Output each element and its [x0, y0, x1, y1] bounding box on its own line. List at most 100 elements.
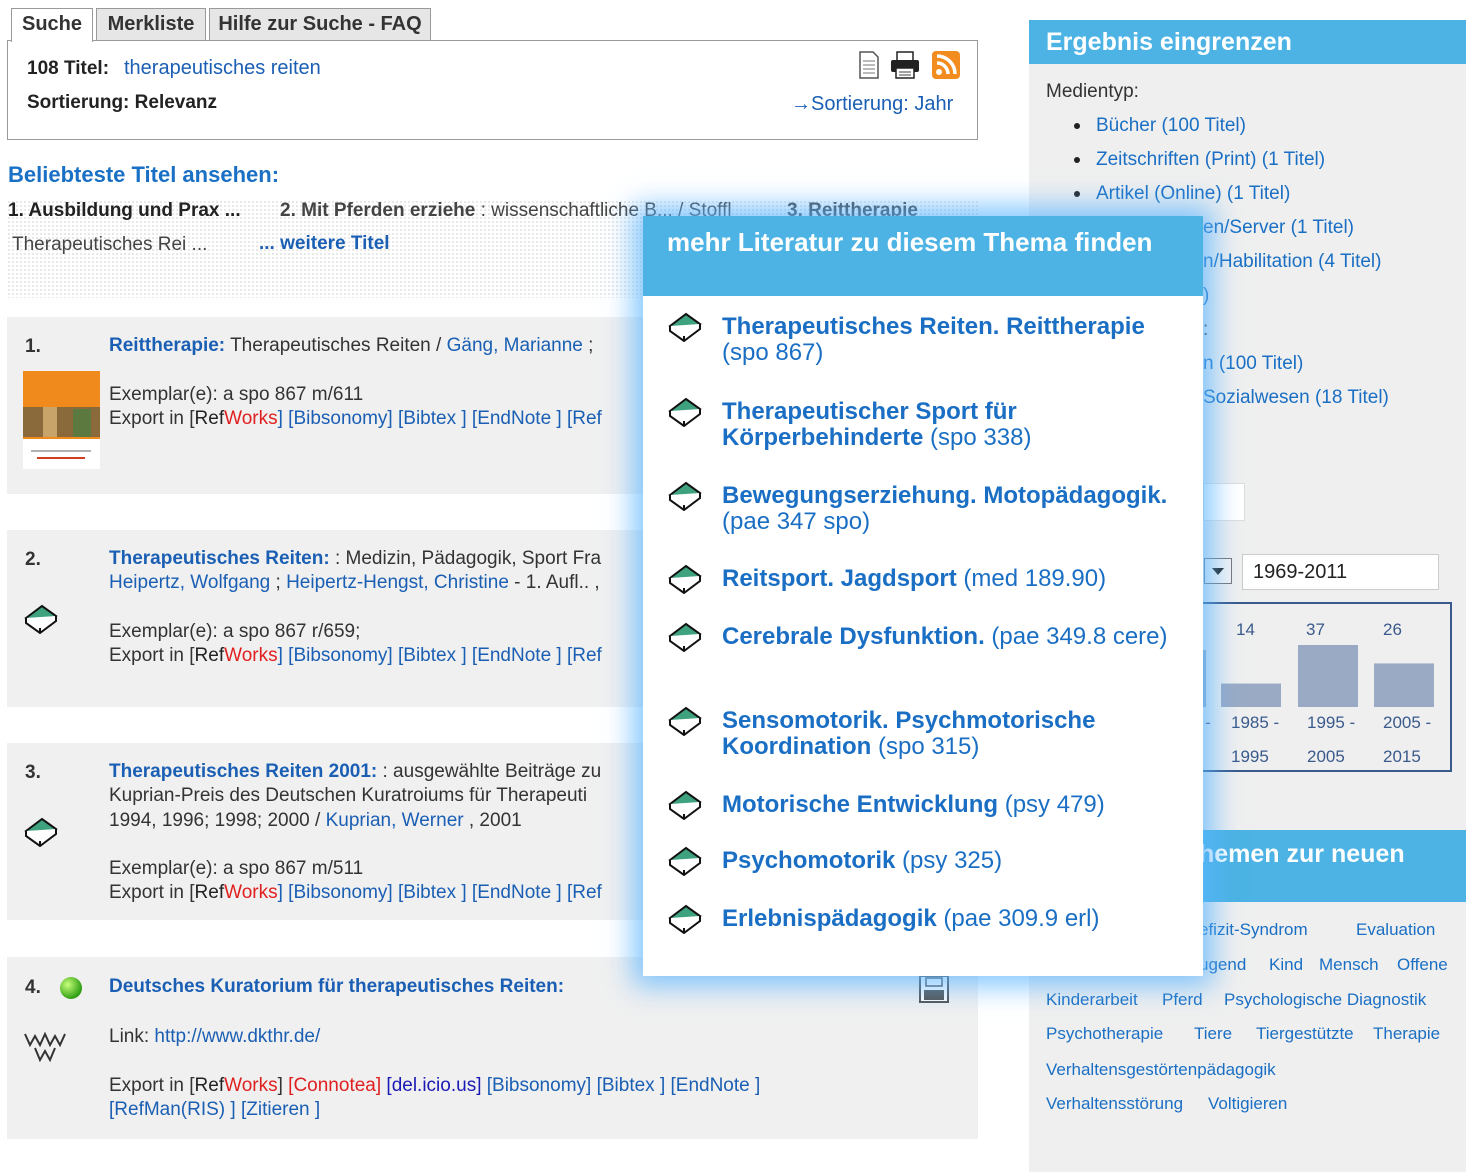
- year-range-input[interactable]: 1969-2011: [1242, 554, 1439, 590]
- tag-link[interactable]: Tiergestützte: [1256, 1024, 1354, 1044]
- facet-language[interactable]: n (100 Titel): [1203, 353, 1303, 375]
- facet-artikel[interactable]: Artikel (Online) (1 Titel): [1074, 183, 1290, 205]
- export-format-links[interactable]: ] [Bibsonomy] [Bibtex ] [EndNote ] [Ref: [278, 645, 602, 666]
- popup-literature-link[interactable]: Motorische Entwicklung (psy 479): [722, 792, 1182, 818]
- popup-literature-link[interactable]: Sensomotorik. Psychmotorische Koordinati…: [722, 708, 1182, 760]
- tag-link[interactable]: Offene: [1397, 955, 1448, 975]
- exemplar-info: Exemplar(e): a spo 867 m/511: [109, 858, 364, 879]
- author-link[interactable]: Heipertz, Wolfgang: [109, 572, 270, 593]
- result-title-link[interactable]: Deutsches Kuratorium für therapeutisches…: [109, 976, 564, 997]
- document-icon[interactable]: [858, 51, 880, 79]
- book-icon: [668, 790, 702, 820]
- sort-by-year-link[interactable]: →Sortierung: Jahr: [791, 93, 953, 116]
- popup-literature-link[interactable]: Reitsport. Jagdsport (med 189.90): [722, 566, 1182, 592]
- popup-literature-link[interactable]: Bewegungserziehung. Motopädagogik. (pae …: [722, 483, 1182, 535]
- histogram-bar[interactable]: [1221, 683, 1281, 707]
- tag-link[interactable]: Verhaltensstörung: [1046, 1094, 1183, 1114]
- refine-heading: Ergebnis eingrenzen: [1029, 20, 1466, 64]
- connotea-link[interactable]: [Connotea]: [288, 1075, 381, 1096]
- export-links: Export in [RefWorks] [Bibsonomy] [Bibtex…: [109, 645, 602, 666]
- popup-literature-link[interactable]: Therapeutischer Sport für Körperbehinder…: [722, 399, 1182, 451]
- export-format-links[interactable]: ] [Bibsonomy] [Bibtex ] [EndNote ] [Ref: [278, 408, 602, 429]
- rss-icon[interactable]: [932, 51, 960, 79]
- printer-icon[interactable]: [890, 51, 920, 79]
- result-title-line: Therapeutisches Reiten 2001: : ausgewähl…: [109, 761, 602, 782]
- book-cover-thumbnail[interactable]: [23, 371, 100, 469]
- popup-literature-link[interactable]: Cerebrale Dysfunktion. (pae 349.8 cere): [722, 624, 1182, 650]
- facet-zeitschriften[interactable]: Zeitschriften (Print) (1 Titel): [1074, 149, 1325, 171]
- histogram-count: 37: [1306, 620, 1325, 639]
- popup-item-title: Motorische Entwicklung: [722, 791, 999, 818]
- result-title-link[interactable]: Therapeutisches Reiten:: [109, 548, 330, 569]
- refworks-link[interactable]: RefWorks: [195, 408, 278, 429]
- author-link[interactable]: Gäng, Marianne: [447, 335, 583, 356]
- sort-current: Sortierung: Relevanz: [27, 92, 218, 113]
- book-icon: [24, 817, 58, 847]
- more-literature-popup: mehr Literatur zu diesem Thema finden Th…: [643, 216, 1203, 976]
- tab-faq[interactable]: Hilfe zur Suche - FAQ: [209, 8, 431, 40]
- exemplar-info: Exemplar(e): a spo 867 r/659;: [109, 621, 361, 642]
- facet-label-partial: :: [1203, 319, 1209, 340]
- popup-literature-link[interactable]: Psychomotorik (psy 325): [722, 848, 1182, 874]
- popular-item-1[interactable]: 1. Ausbildung und Prax ...: [8, 200, 241, 222]
- facet-partial[interactable]: ): [1203, 285, 1209, 307]
- facet-server[interactable]: en/Server (1 Titel): [1203, 217, 1354, 239]
- tag-link[interactable]: Tiere: [1194, 1024, 1232, 1044]
- popup-item-title: Psychomotorik: [722, 847, 896, 874]
- histogram-count: 14: [1236, 620, 1255, 639]
- histogram-bar-partial: [1203, 650, 1206, 707]
- tag-link[interactable]: Kinderarbeit: [1046, 990, 1138, 1010]
- tag-link[interactable]: Therapie: [1373, 1024, 1440, 1044]
- external-url-link[interactable]: http://www.dkthr.de/: [154, 1026, 320, 1047]
- popup-item-title: Cerebrale Dysfunktion.: [722, 623, 985, 650]
- popup-item-title: Bewegungserziehung. Motopädagogik.: [722, 482, 1168, 509]
- tag-link[interactable]: efizit-Syndrom: [1199, 920, 1308, 940]
- result-title-link[interactable]: Therapeutisches Reiten 2001:: [109, 761, 377, 782]
- histogram-bar[interactable]: [1298, 645, 1358, 707]
- refworks-link[interactable]: RefWorks: [195, 882, 278, 903]
- result-title-link[interactable]: Reittherapie:: [109, 335, 225, 356]
- histogram-bar[interactable]: [1374, 663, 1434, 707]
- histogram-label: 1995 -: [1307, 713, 1356, 732]
- tag-link[interactable]: Kind: [1269, 955, 1303, 975]
- tag-link[interactable]: Psychologische Diagnostik: [1224, 990, 1426, 1010]
- www-icon: [24, 1031, 66, 1063]
- histogram-label: 1995: [1231, 747, 1269, 766]
- facet-habilitation[interactable]: n/Habilitation (4 Titel): [1203, 251, 1381, 273]
- tag-link[interactable]: Verhaltensgestörtenpädagogik: [1046, 1060, 1276, 1080]
- tag-link[interactable]: Voltigieren: [1208, 1094, 1287, 1114]
- popup-item-callnumber: (spo 867): [722, 339, 824, 366]
- refworks-link[interactable]: RefWorks: [195, 645, 278, 666]
- tag-link[interactable]: Mensch: [1319, 955, 1379, 975]
- popup-literature-link[interactable]: Erlebnispädagogik (pae 309.9 erl): [722, 906, 1182, 932]
- search-query-link[interactable]: therapeutisches reiten: [124, 57, 321, 80]
- delicious-link[interactable]: [del.icio.us]: [386, 1075, 481, 1096]
- tab-merkliste[interactable]: Merkliste: [96, 8, 206, 40]
- filter-input-partial[interactable]: [1203, 483, 1245, 521]
- tag-link[interactable]: Psychotherapie: [1046, 1024, 1163, 1044]
- facet-sozialwesen[interactable]: Sozialwesen (18 Titel): [1203, 387, 1389, 409]
- export-format-links[interactable]: [Bibsonomy] [Bibtex ] [EndNote ]: [487, 1075, 761, 1096]
- popular-item-4[interactable]: Therapeutisches Rei ...: [12, 234, 207, 256]
- more-titles-link[interactable]: ... weitere Titel: [259, 233, 390, 255]
- export-links: Export in [RefWorks] [Connotea] [del.ici…: [109, 1075, 761, 1096]
- tab-suche[interactable]: Suche: [11, 8, 93, 42]
- facet-buecher[interactable]: Bücher (100 Titel): [1074, 115, 1246, 137]
- popup-item-title: Therapeutisches Reiten. Reittherapie: [722, 313, 1145, 340]
- refman-zitieren-links[interactable]: [RefMan(RIS) ] [Zitieren ]: [109, 1099, 320, 1120]
- refworks-link[interactable]: RefWorks: [195, 1075, 278, 1096]
- year-select-dropdown[interactable]: [1204, 558, 1232, 584]
- book-icon: [24, 604, 58, 634]
- result-number: 4.: [25, 977, 41, 998]
- popular-item-2-title: 2. Mit Pferden erziehe: [280, 200, 476, 221]
- save-disk-icon[interactable]: [919, 975, 949, 1003]
- author-link[interactable]: Kuprian, Werner: [326, 810, 464, 831]
- tag-link[interactable]: Evaluation: [1356, 920, 1435, 940]
- tag-link[interactable]: Pferd: [1162, 990, 1203, 1010]
- popup-item-callnumber: (pae 349.8 cere): [984, 623, 1168, 650]
- export-format-links[interactable]: ] [Bibsonomy] [Bibtex ] [EndNote ] [Ref: [278, 882, 602, 903]
- popular-heading: Beliebteste Titel ansehen:: [8, 162, 280, 187]
- popup-literature-link[interactable]: Therapeutisches Reiten. Reittherapie (sp…: [722, 314, 1182, 366]
- author-link[interactable]: Heipertz-Hengst, Christine: [286, 572, 509, 593]
- tag-link[interactable]: ugend: [1199, 955, 1246, 975]
